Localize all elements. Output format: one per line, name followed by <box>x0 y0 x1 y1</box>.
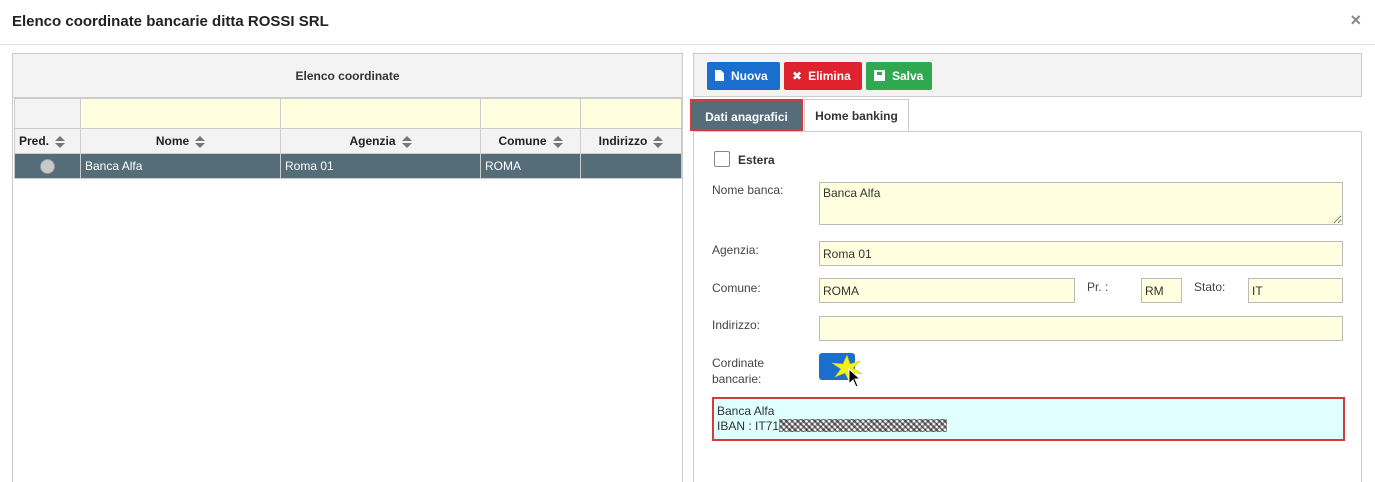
coordinate-label-line2: bancarie: <box>712 372 762 386</box>
coordinate-label: Cordinate bancarie: <box>712 355 764 387</box>
indirizzo-input[interactable] <box>819 316 1343 341</box>
column-header-comune[interactable]: Comune <box>480 128 581 154</box>
new-button-label: Nuova <box>731 69 768 83</box>
bank-info-line1: Banca Alfa <box>717 404 775 418</box>
estera-checkbox[interactable] <box>714 151 730 167</box>
save-button[interactable]: Salva <box>866 62 932 90</box>
dialog-header: Elenco coordinate bancarie ditta ROSSI S… <box>0 0 1375 45</box>
column-header-label: Indirizzo <box>598 134 648 148</box>
cell-comune: ROMA <box>480 153 581 179</box>
comune-input[interactable] <box>819 278 1075 303</box>
comune-label: Comune: <box>712 281 761 295</box>
save-icon <box>874 70 885 81</box>
cell-nome: Banca Alfa <box>80 153 281 179</box>
file-icon <box>715 70 724 81</box>
coordinate-list-panel: Elenco coordinate Pred. Nome Agenzia Com… <box>12 53 683 482</box>
column-header-indirizzo[interactable]: Indirizzo <box>580 128 682 154</box>
save-button-label: Salva <box>892 69 924 83</box>
bank-info-line2: IBAN : IT71 <box>717 419 1340 434</box>
stato-label: Stato: <box>1194 280 1226 294</box>
default-radio-cell[interactable] <box>14 153 81 179</box>
column-header-agenzia[interactable]: Agenzia <box>280 128 481 154</box>
list-panel-title: Elenco coordinate <box>13 54 682 98</box>
tab-home-banking[interactable]: Home banking <box>804 99 909 131</box>
provincia-label: Pr. : <box>1087 280 1109 294</box>
column-header-label: Pred. <box>19 134 50 148</box>
sort-icon <box>401 135 412 148</box>
header-row: Pred. Nome Agenzia Comune Indirizzo <box>14 128 682 154</box>
column-header-label: Agenzia <box>349 134 396 148</box>
estera-label: Estera <box>738 153 775 167</box>
filter-input-comune[interactable] <box>480 98 581 129</box>
sort-icon <box>653 135 664 148</box>
sort-icon <box>552 135 563 148</box>
sort-icon <box>195 135 206 148</box>
cell-agenzia: Roma 01 <box>280 153 481 179</box>
sort-icon <box>55 135 66 148</box>
provincia-input[interactable] <box>1141 278 1182 303</box>
coordinate-label-line1: Cordinate <box>712 356 765 370</box>
filter-input-agenzia[interactable] <box>280 98 481 129</box>
column-header-nome[interactable]: Nome <box>80 128 281 154</box>
filter-input-indirizzo[interactable] <box>580 98 682 129</box>
dialog-title: Elenco coordinate bancarie ditta ROSSI S… <box>12 13 329 30</box>
default-radio[interactable] <box>40 158 55 174</box>
tab-dati-anagrafici[interactable]: Dati anagrafici <box>690 99 803 131</box>
coordinate-table: Pred. Nome Agenzia Comune Indirizzo Banc… <box>14 98 682 179</box>
delete-button[interactable]: ✖ Elimina <box>784 62 862 90</box>
stato-input[interactable] <box>1248 278 1343 303</box>
table-row[interactable]: Banca Alfa Roma 01 ROMA <box>14 153 682 179</box>
nome-banca-input[interactable]: Banca Alfa <box>819 182 1343 225</box>
filter-row <box>14 98 682 129</box>
close-icon: ✖ <box>792 69 803 83</box>
cell-indirizzo <box>580 153 682 179</box>
column-header-label: Comune <box>498 134 547 148</box>
filter-cell-pred <box>14 98 81 129</box>
new-button[interactable]: Nuova <box>707 62 780 90</box>
column-header-label: Nome <box>155 134 190 148</box>
nome-banca-label: Nome banca: <box>712 183 784 197</box>
agenzia-input[interactable] <box>819 241 1343 266</box>
iban-prefix: IBAN : IT71 <box>717 419 780 433</box>
indirizzo-label: Indirizzo: <box>712 318 761 332</box>
mouse-cursor-icon <box>848 368 862 388</box>
column-header-pred[interactable]: Pred. <box>14 128 81 154</box>
close-icon[interactable]: × <box>1350 10 1361 31</box>
bank-info-box: Banca Alfa IBAN : IT71 <box>712 397 1345 441</box>
agenzia-label: Agenzia: <box>712 243 759 257</box>
filter-input-nome[interactable] <box>80 98 281 129</box>
toolbar: Nuova ✖ Elimina Salva <box>693 53 1362 97</box>
bank-info-textarea[interactable]: Banca Alfa IBAN : IT71 <box>715 400 1342 438</box>
delete-button-label: Elimina <box>808 69 851 83</box>
redacted-iban <box>779 419 948 432</box>
